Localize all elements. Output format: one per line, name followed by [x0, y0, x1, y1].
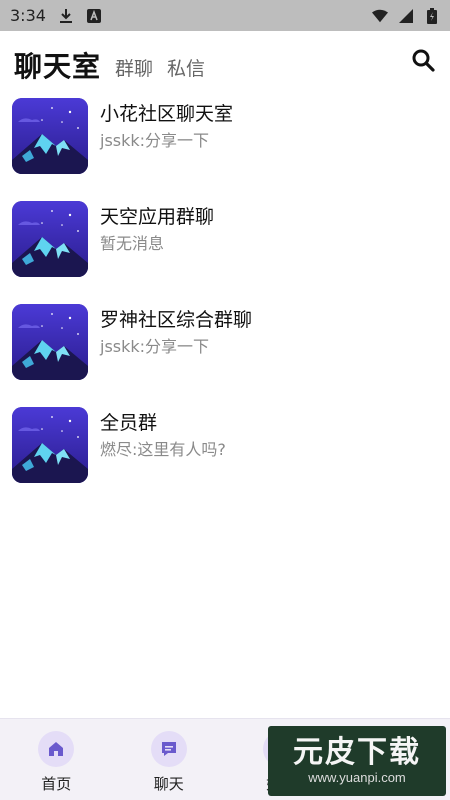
status-left: 3:34 — [10, 6, 102, 25]
group-avatar — [12, 304, 88, 380]
status-bar: 3:34 — [0, 0, 450, 31]
chat-item[interactable]: 小花社区聊天室 jsskk:分享一下 — [0, 93, 450, 196]
chat-icon — [150, 731, 187, 767]
chat-preview: 暂无消息 — [100, 234, 165, 253]
bottom-nav: 首页 聊天 好友 我的 — [0, 718, 450, 800]
nav-label: 我的 — [378, 775, 409, 793]
download-icon — [58, 8, 74, 24]
person-icon — [375, 731, 412, 767]
nav-item-home[interactable]: 首页 — [0, 719, 113, 800]
status-right — [372, 7, 440, 24]
app-header: 聊天室 群聊 私信 — [0, 31, 450, 93]
chat-texts: 罗神社区综合群聊 jsskk:分享一下 — [100, 304, 252, 359]
search-button[interactable] — [410, 49, 436, 75]
home-icon — [38, 731, 75, 767]
chat-preview: jsskk:分享一下 — [100, 131, 210, 150]
chat-name: 全员群 — [100, 412, 158, 434]
nav-item-friends[interactable]: 好友 — [225, 719, 338, 800]
search-icon — [411, 48, 435, 76]
chat-texts: 小花社区聊天室 jsskk:分享一下 — [100, 98, 233, 153]
nav-item-me[interactable]: 我的 — [338, 719, 450, 800]
chat-name: 小花社区聊天室 — [100, 103, 234, 125]
tab-private-message[interactable]: 私信 — [167, 60, 205, 81]
chat-list: 小花社区聊天室 jsskk:分享一下 天空应用群聊 暂无消息 罗神社区综合群聊 … — [0, 93, 450, 505]
signal-icon — [398, 8, 414, 24]
group-avatar — [12, 407, 88, 483]
page-title: 聊天室 — [14, 50, 102, 83]
chat-texts: 全员群 燃尽:这里有人吗? — [100, 407, 226, 462]
group-avatar — [12, 201, 88, 277]
chat-name: 天空应用群聊 — [100, 206, 215, 228]
battery-icon — [424, 7, 440, 24]
nav-label: 首页 — [41, 775, 72, 793]
heart-icon — [263, 731, 300, 767]
chat-preview: jsskk:分享一下 — [100, 337, 210, 356]
chat-preview: 燃尽:这里有人吗? — [100, 440, 226, 459]
nav-label: 好友 — [266, 775, 297, 793]
chat-item[interactable]: 全员群 燃尽:这里有人吗? — [0, 402, 450, 505]
group-avatar — [12, 98, 88, 174]
status-time: 3:34 — [10, 6, 46, 25]
chat-item[interactable]: 天空应用群聊 暂无消息 — [0, 196, 450, 299]
tab-group-chat[interactable]: 群聊 — [115, 60, 153, 81]
chat-item[interactable]: 罗神社区综合群聊 jsskk:分享一下 — [0, 299, 450, 402]
nav-item-chat[interactable]: 聊天 — [113, 719, 226, 800]
chat-texts: 天空应用群聊 暂无消息 — [100, 201, 214, 256]
a-badge-icon — [86, 8, 102, 24]
chat-name: 罗神社区综合群聊 — [100, 309, 253, 331]
wifi-icon — [372, 8, 388, 24]
nav-label: 聊天 — [153, 775, 184, 793]
